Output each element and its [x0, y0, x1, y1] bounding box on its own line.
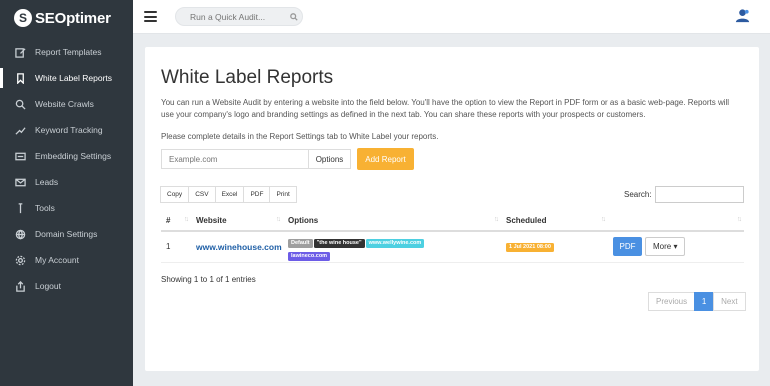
badge-default: Default	[288, 239, 313, 249]
column-header-number[interactable]: # ↑↓	[161, 210, 191, 232]
sidebar-item-my-account[interactable]: My Account	[0, 247, 133, 273]
sidebar-item-white-label-reports[interactable]: White Label Reports	[0, 65, 133, 91]
mail-icon	[14, 176, 26, 188]
sidebar-item-label: Report Templates	[35, 47, 102, 57]
sort-icon: ↑↓	[737, 216, 742, 223]
column-header-actions[interactable]: ↑↓	[608, 210, 744, 232]
column-header-scheduled[interactable]: Scheduled ↑↓	[501, 210, 608, 232]
sidebar-item-label: Keyword Tracking	[35, 125, 103, 135]
more-dropdown-button[interactable]: More ▾	[645, 237, 686, 257]
sidebar-item-embedding-settings[interactable]: Embedding Settings	[0, 143, 133, 169]
column-header-options[interactable]: Options ↑↓	[283, 210, 501, 232]
website-input[interactable]	[161, 149, 308, 169]
gear-icon	[14, 254, 26, 266]
quick-audit-search[interactable]	[175, 7, 303, 26]
pagination: Previous 1 Next	[648, 292, 746, 311]
search-icon	[14, 98, 26, 110]
sidebar-item-label: Tools	[35, 203, 55, 213]
page-description: You can run a Website Audit by entering …	[161, 98, 730, 119]
report-settings-instructions: Please complete details in the Report Se…	[161, 132, 439, 141]
quick-audit-input[interactable]	[190, 11, 290, 22]
sidebar-item-label: Website Crawls	[35, 99, 94, 109]
column-header-website[interactable]: Website ↑↓	[191, 210, 283, 232]
sidebar-item-keyword-tracking[interactable]: Keyword Tracking	[0, 117, 133, 143]
badge-website: www.wellywine.com	[365, 239, 425, 249]
sidebar-item-tools[interactable]: Tools	[0, 195, 133, 221]
sidebar-item-label: Domain Settings	[35, 229, 98, 239]
sidebar-item-label: My Account	[35, 255, 79, 265]
website-link[interactable]: www.winehouse.com	[196, 242, 282, 252]
sidebar-item-label: Logout	[35, 281, 61, 291]
sort-icon: ↑↓	[494, 216, 499, 223]
bookmark-icon	[14, 72, 26, 84]
add-report-button[interactable]: Add Report	[357, 148, 414, 170]
sidebar-item-label: White Label Reports	[35, 73, 113, 83]
sort-icon: ↑↓	[184, 216, 189, 223]
sidebar-item-label: Leads	[35, 177, 59, 187]
excel-button[interactable]: Excel	[214, 186, 245, 203]
sort-icon: ↑↓	[276, 216, 281, 223]
edit-icon	[14, 46, 26, 58]
menu-toggle-icon[interactable]	[144, 11, 157, 22]
table-search-input[interactable]	[655, 186, 744, 203]
trend-icon	[14, 124, 26, 136]
sidebar-item-label: Embedding Settings	[35, 151, 112, 161]
csv-button[interactable]: CSV	[188, 186, 216, 203]
scheduled-badge: 1 Jul 2021 08:00	[506, 243, 554, 253]
copy-button[interactable]: Copy	[160, 186, 190, 203]
entries-info: Showing 1 to 1 of 1 entries	[161, 275, 256, 284]
table-header-row: # ↑↓ Website ↑↓ Options ↑↓ Scheduled ↑↓ ↑↓	[161, 210, 744, 232]
options-button[interactable]: Options	[308, 149, 351, 169]
next-page-button[interactable]: Next	[713, 292, 746, 311]
user-account-icon[interactable]	[734, 7, 751, 24]
main-card: White Label Reports You can run a Websit…	[145, 47, 759, 371]
badge-company-name: "the wine house"	[313, 239, 365, 249]
sort-icon: ↑↓	[601, 216, 606, 223]
page-title: White Label Reports	[161, 67, 334, 88]
pdf-export-button[interactable]: PDF	[243, 186, 271, 203]
logout-icon	[14, 280, 26, 292]
table-search-label: Search:	[624, 190, 652, 199]
logo[interactable]: S SEOptimer	[14, 8, 111, 28]
embed-icon	[14, 150, 26, 162]
badge-domain: lawineco.com	[288, 252, 331, 262]
globe-icon	[14, 228, 26, 240]
table-row: 1 www.winehouse.com Default "the wine hou…	[161, 231, 744, 263]
print-button[interactable]: Print	[269, 186, 297, 203]
brand-name: SEOptimer	[35, 9, 111, 27]
page-1-button[interactable]: 1	[694, 292, 715, 311]
sidebar-item-report-templates[interactable]: Report Templates	[0, 39, 133, 65]
logo-icon: S	[14, 9, 32, 27]
sidebar-item-domain-settings[interactable]: Domain Settings	[0, 221, 133, 247]
wrench-icon	[14, 202, 26, 214]
sidebar: S SEOptimer Report Templates White Label…	[0, 0, 133, 386]
sidebar-nav: Report Templates White Label Reports Web…	[0, 39, 133, 299]
export-buttons: Copy CSV Excel PDF Print	[160, 186, 297, 203]
row-number: 1	[161, 231, 191, 263]
sidebar-item-logout[interactable]: Logout	[0, 273, 133, 299]
top-bar	[133, 0, 770, 34]
sidebar-item-website-crawls[interactable]: Website Crawls	[0, 91, 133, 117]
sidebar-item-leads[interactable]: Leads	[0, 169, 133, 195]
previous-page-button[interactable]: Previous	[648, 292, 696, 311]
pdf-button[interactable]: PDF	[613, 237, 642, 257]
options-badges: Default "the wine house" www.wellywine.com…	[283, 231, 501, 263]
search-icon[interactable]	[290, 8, 298, 26]
reports-table: # ↑↓ Website ↑↓ Options ↑↓ Scheduled ↑↓ ↑↓ 1…	[161, 210, 744, 263]
